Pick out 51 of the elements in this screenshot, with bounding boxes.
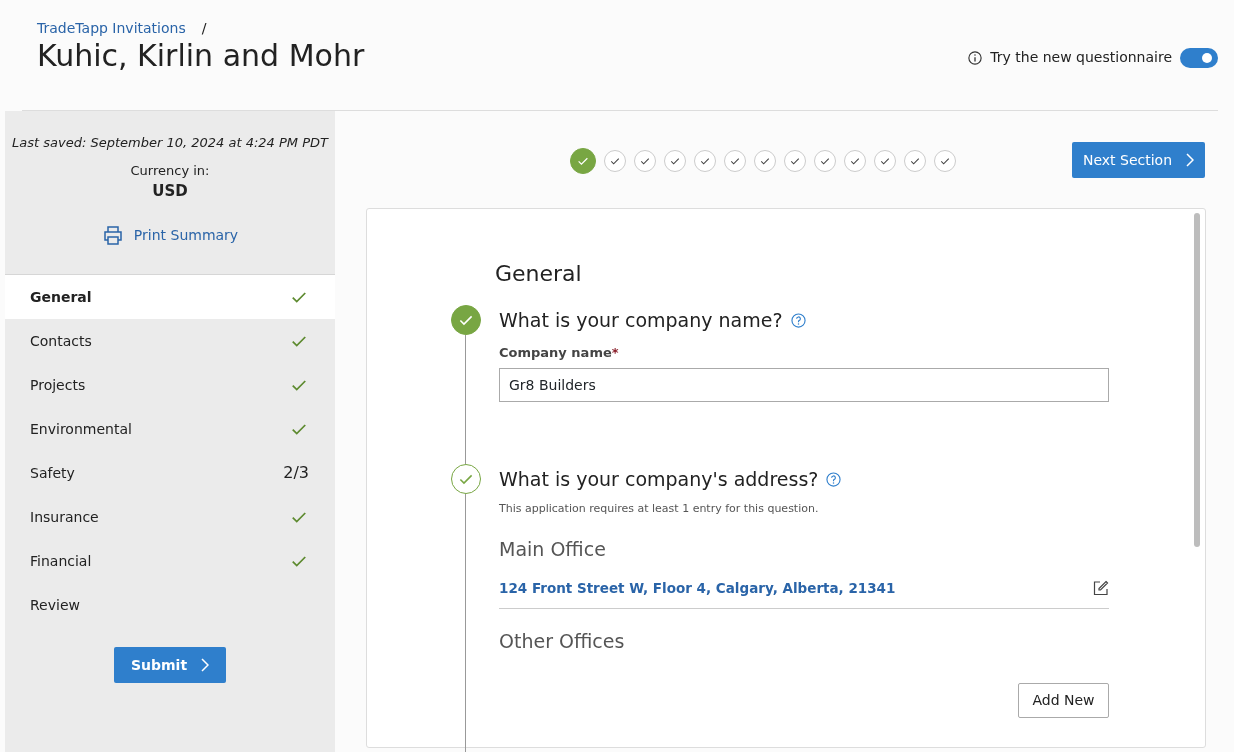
step-indicator[interactable] xyxy=(724,150,746,172)
step-indicator[interactable] xyxy=(904,150,926,172)
sidebar-item[interactable]: Environmental xyxy=(5,407,335,451)
step-indicator[interactable] xyxy=(784,150,806,172)
subsection-heading: Other Offices xyxy=(499,628,626,654)
sidebar-item[interactable]: Safety 2/3 xyxy=(5,451,335,495)
company-name-field[interactable]: Gr8 Builders xyxy=(499,368,1109,402)
breadcrumb-link[interactable]: TradeTapp Invitations xyxy=(37,20,186,36)
chevron-right-icon xyxy=(201,658,210,672)
sidebar-item[interactable]: Review xyxy=(5,583,335,627)
chevron-right-icon xyxy=(1186,153,1195,167)
address-link[interactable]: 124 Front Street W, Floor 4, Calgary, Alberta, 21341 xyxy=(499,577,896,598)
currency-value: USD xyxy=(151,181,189,202)
section-title: General xyxy=(495,260,582,288)
toggle-label: Try the new questionnaire xyxy=(990,48,1172,67)
page-title: Kuhic, Kirlin and Mohr xyxy=(37,38,365,74)
field-label: Company name* xyxy=(499,343,620,362)
step-indicator[interactable] xyxy=(874,150,896,172)
step-indicator[interactable] xyxy=(814,150,836,172)
help-icon xyxy=(790,312,806,328)
help-icon xyxy=(826,471,842,487)
subsection-heading: Main Office xyxy=(499,537,607,562)
add-new-button[interactable]: Add New xyxy=(1018,683,1109,719)
step-indicator[interactable] xyxy=(604,150,626,172)
step-indicator[interactable] xyxy=(694,150,716,172)
printer-icon xyxy=(101,225,124,245)
next-section-button[interactable]: Next Section xyxy=(1072,142,1205,178)
sidebar-item[interactable]: Financial xyxy=(5,539,335,583)
step-indicator[interactable] xyxy=(844,150,866,172)
toggle-switch[interactable] xyxy=(1180,47,1218,68)
sidebar-item[interactable]: Insurance xyxy=(5,495,335,539)
scrollbar-thumb[interactable] xyxy=(1194,213,1200,547)
breadcrumb-separator: / xyxy=(201,20,207,36)
info-icon xyxy=(968,50,983,65)
progress-count: 2/3 xyxy=(283,462,309,484)
sidebar-item[interactable]: Contacts xyxy=(5,319,335,363)
question-title: What is your company's address? xyxy=(499,467,819,492)
print-summary-link[interactable]: Print Summary xyxy=(101,224,239,246)
step-indicator[interactable] xyxy=(634,150,656,172)
question-title: What is your company name? xyxy=(499,308,783,333)
step-indicator[interactable] xyxy=(664,150,686,172)
last-saved-text: Last saved: September 10, 2024 at 4:24 PM PDT xyxy=(11,134,330,152)
submit-button[interactable]: Submit xyxy=(114,647,226,683)
step-indicator[interactable] xyxy=(570,148,596,174)
sidebar-item[interactable]: General xyxy=(5,275,335,319)
sidebar-item[interactable]: Projects xyxy=(5,363,335,407)
edit-icon xyxy=(1093,579,1109,596)
currency-label: Currency in: xyxy=(129,161,211,180)
helper-text: This application requires at least 1 entry for this question. xyxy=(499,500,820,517)
step-indicator[interactable] xyxy=(754,150,776,172)
step-indicator[interactable] xyxy=(934,150,956,172)
